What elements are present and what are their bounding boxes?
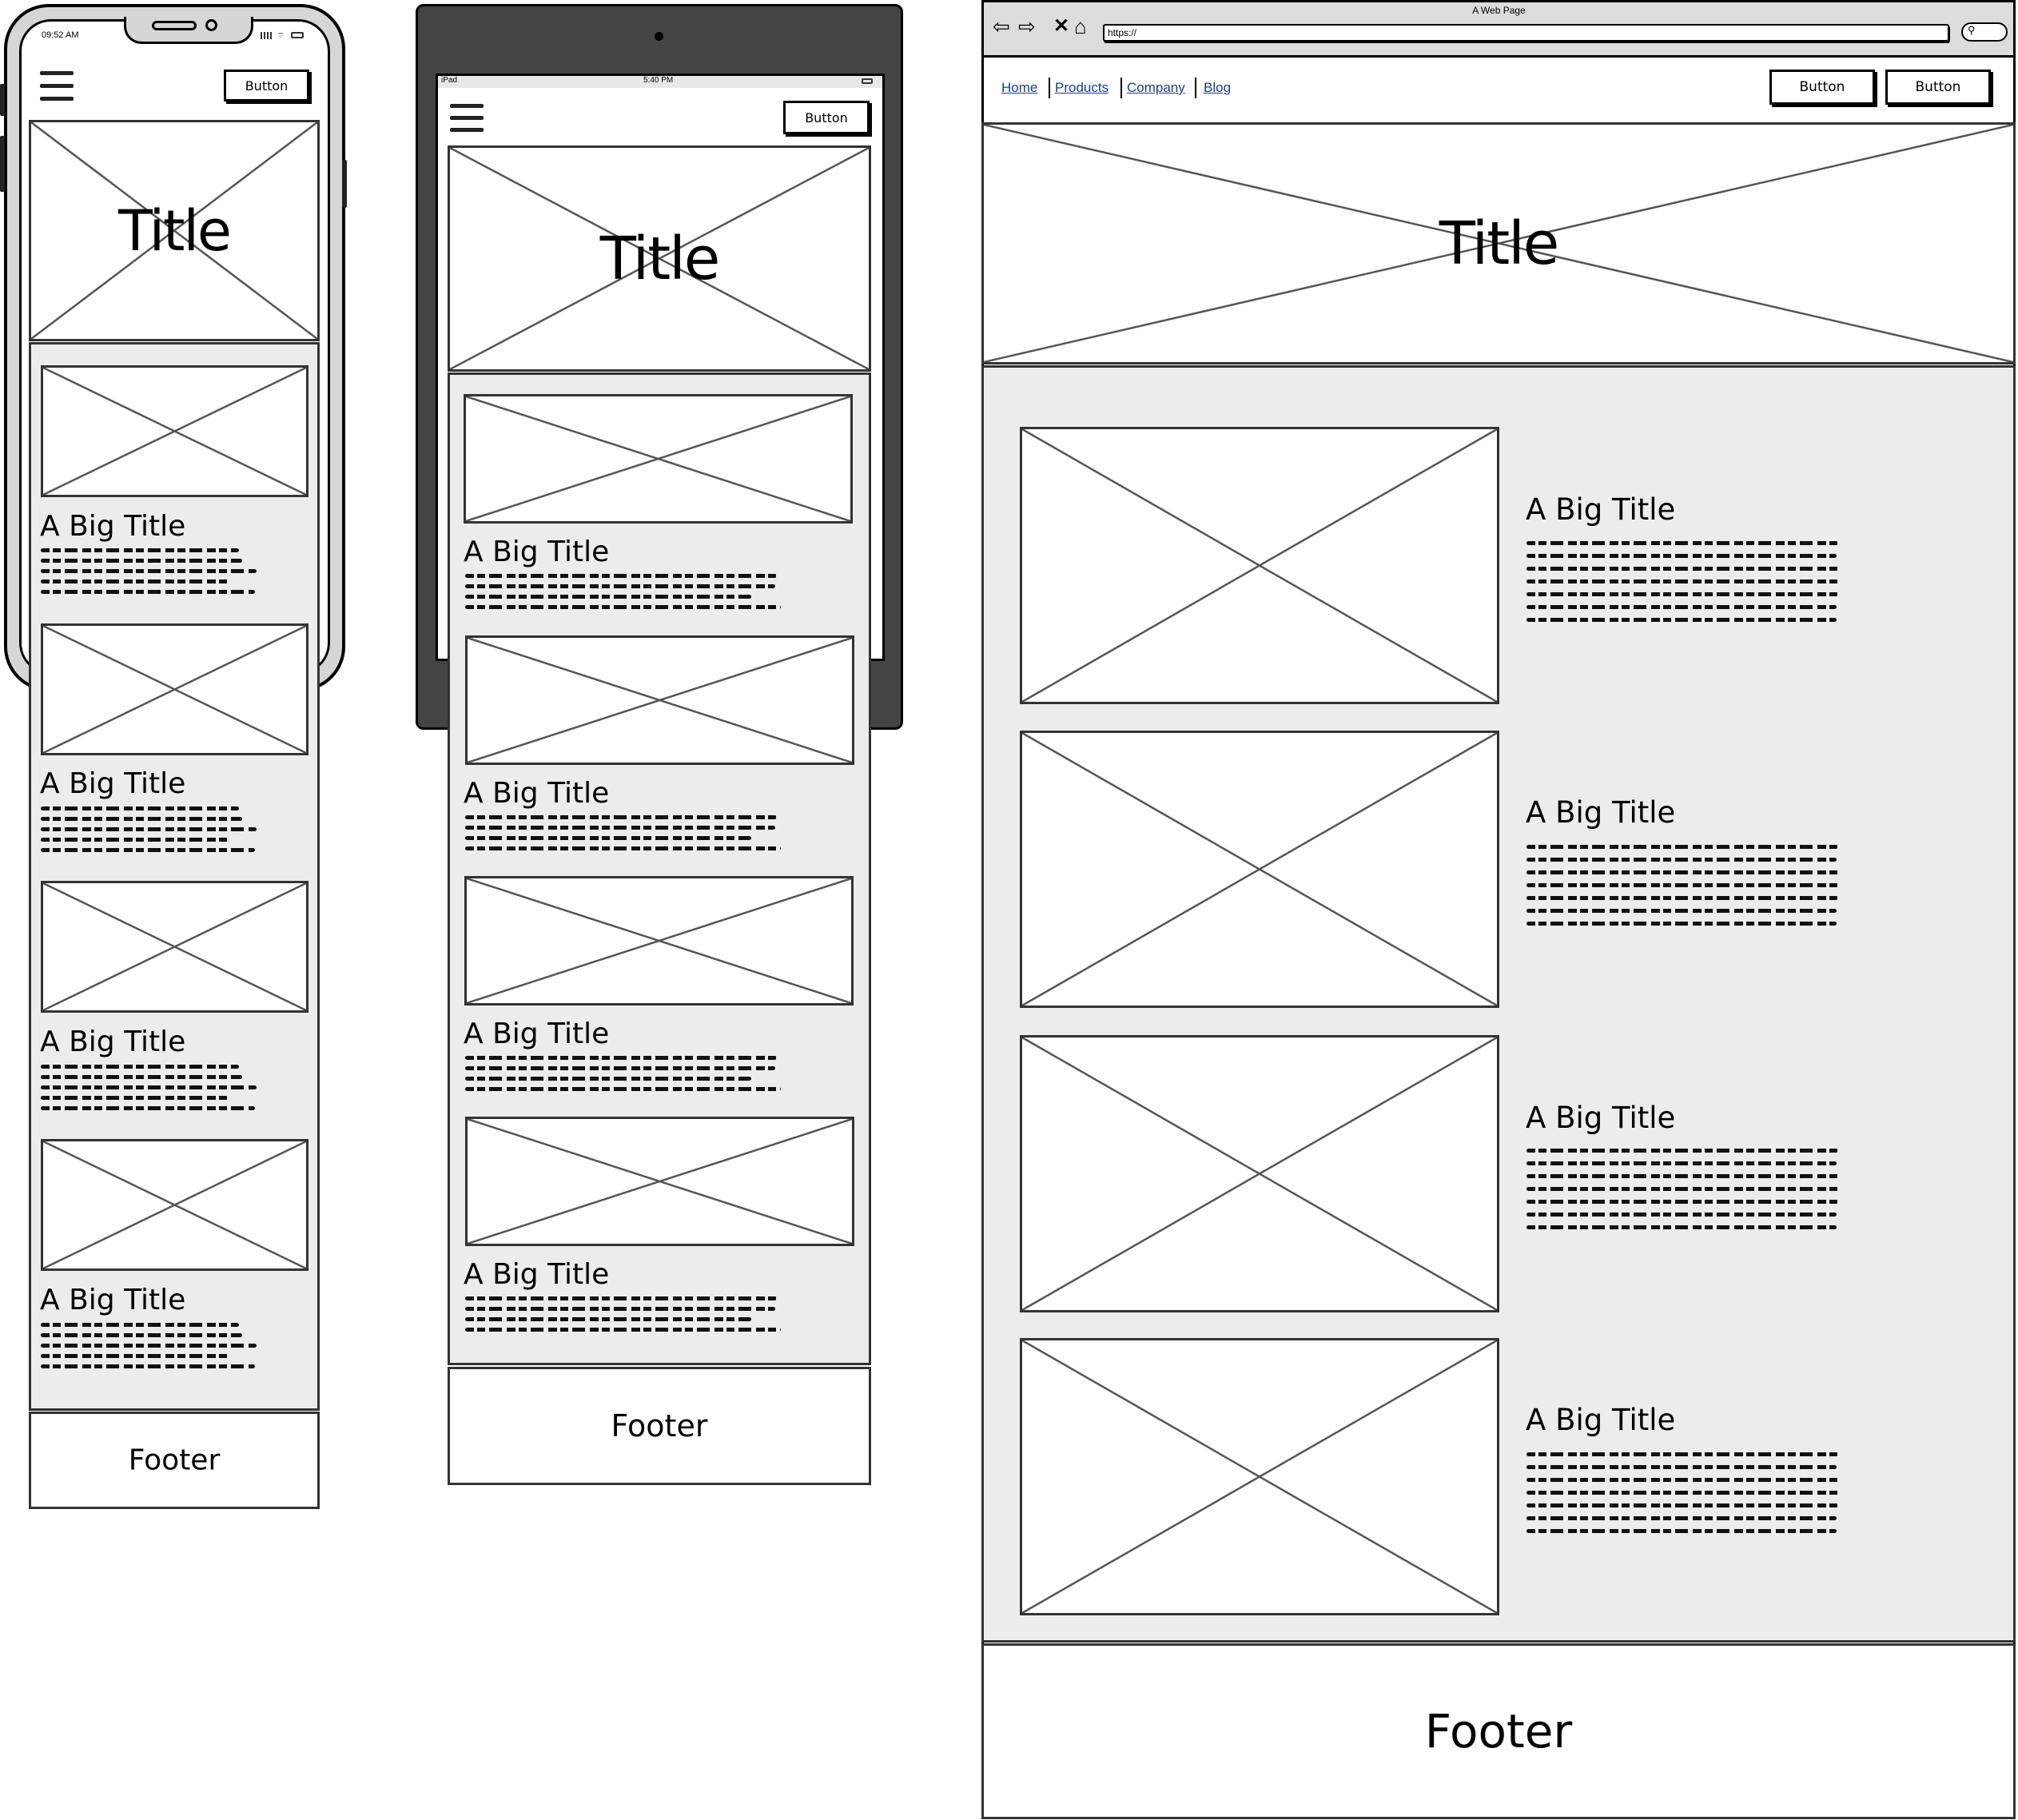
status-time: 09:52 AM xyxy=(42,30,79,40)
card-image-placeholder xyxy=(1020,1338,1499,1615)
hero-title: Title xyxy=(117,197,232,264)
status-device-label: iPad xyxy=(441,76,458,85)
card-image-placeholder xyxy=(464,876,854,1006)
card-body-text xyxy=(465,1056,781,1091)
card-image-placeholder xyxy=(1020,427,1499,704)
address-bar[interactable]: https:// xyxy=(1103,24,1949,42)
address-url: https:// xyxy=(1108,27,1137,38)
card-title: A Big Title xyxy=(1526,1403,1676,1437)
header-button[interactable]: Button xyxy=(224,70,309,102)
card-body-text xyxy=(1526,1452,1840,1533)
card-body-text xyxy=(1526,541,1840,622)
hamburger-menu-icon[interactable] xyxy=(40,71,74,102)
phone-speaker xyxy=(152,21,197,30)
hero-image-placeholder: Title xyxy=(29,120,320,341)
card-title: A Big Title xyxy=(1526,492,1676,527)
battery-icon xyxy=(291,32,304,38)
nav-link-products[interactable]: Products xyxy=(1055,80,1109,96)
hero-title: Title xyxy=(599,224,721,293)
signal-icon xyxy=(261,32,272,39)
status-time: 5:40 PM xyxy=(643,76,674,85)
back-arrow-icon[interactable]: ⇦ xyxy=(993,16,1010,37)
card-body-text xyxy=(41,1323,257,1368)
footer: Footer xyxy=(981,1643,2016,1819)
header-button[interactable]: Button xyxy=(783,101,870,134)
card-title: A Big Title xyxy=(40,1284,186,1316)
phone-side-button xyxy=(342,160,347,208)
card-title: A Big Title xyxy=(40,767,186,800)
card-body-text xyxy=(41,548,257,594)
footer-text: Footer xyxy=(1424,1704,1573,1758)
search-icon[interactable]: ⚲ xyxy=(1961,22,2008,42)
card-body-text xyxy=(465,815,781,850)
card-title: A Big Title xyxy=(1526,795,1676,830)
card-image-placeholder xyxy=(1020,1035,1499,1312)
card-image-placeholder xyxy=(465,635,854,765)
card-body-text xyxy=(465,1296,781,1332)
nav-separator xyxy=(1049,78,1050,98)
forward-arrow-icon[interactable]: ⇨ xyxy=(1018,16,1036,37)
nav-separator xyxy=(1195,78,1196,98)
card-body-text xyxy=(41,1065,257,1110)
card-image-placeholder xyxy=(464,394,853,524)
card-title: A Big Title xyxy=(464,777,610,810)
window-title: A Web Page xyxy=(1472,5,1526,16)
hamburger-menu-icon[interactable] xyxy=(450,104,484,133)
footer: Footer xyxy=(448,1367,871,1485)
card-image-placeholder xyxy=(1020,731,1499,1008)
nav-link-company[interactable]: Company xyxy=(1127,80,1185,96)
card-body-text xyxy=(465,574,781,609)
phone-side-button xyxy=(0,136,5,192)
footer-text: Footer xyxy=(611,1408,708,1444)
nav-link-home[interactable]: Home xyxy=(1001,80,1037,96)
battery-icon xyxy=(862,78,873,84)
footer: Footer xyxy=(29,1412,320,1509)
card-title: A Big Title xyxy=(464,536,610,568)
card-image-placeholder xyxy=(41,623,308,755)
tablet-camera xyxy=(655,32,663,41)
card-body-text xyxy=(1526,1149,1840,1229)
card-body-text xyxy=(1526,845,1840,926)
tablet-mockup: iPad 5:40 PM Button Title A Big Title A … xyxy=(412,0,907,1495)
card-image-placeholder xyxy=(41,881,308,1013)
stop-icon[interactable]: ✕ xyxy=(1053,16,1069,37)
phone-camera xyxy=(205,19,217,31)
footer-text: Footer xyxy=(128,1444,221,1477)
hero-image-placeholder: Title xyxy=(448,145,871,372)
header-button-2[interactable]: Button xyxy=(1885,70,1991,105)
phone-side-button xyxy=(0,84,5,116)
hero-image-placeholder: Title xyxy=(981,122,2016,364)
wifi-icon: ⌔ xyxy=(277,31,285,41)
nav-separator xyxy=(1120,78,1122,98)
card-image-placeholder xyxy=(41,1139,308,1271)
card-image-placeholder xyxy=(41,365,308,497)
header-button-1[interactable]: Button xyxy=(1769,70,1875,105)
card-title: A Big Title xyxy=(464,1258,610,1291)
card-title: A Big Title xyxy=(40,1025,186,1058)
card-title: A Big Title xyxy=(1526,1101,1676,1135)
card-title: A Big Title xyxy=(40,510,186,543)
home-icon[interactable]: ⌂ xyxy=(1074,16,1087,37)
nav-link-blog[interactable]: Blog xyxy=(1204,80,1231,96)
card-title: A Big Title xyxy=(464,1018,610,1050)
card-body-text xyxy=(41,806,257,852)
phone-mockup: 09:52 AM ⌔ Button Title A Big Title A Bi… xyxy=(0,0,352,1519)
desktop-mockup: A Web Page ⇦ ⇨ ✕ ⌂ https:// ⚲ Home Produ… xyxy=(980,0,2018,1820)
card-image-placeholder xyxy=(465,1117,854,1246)
hero-title: Title xyxy=(1439,209,1560,278)
